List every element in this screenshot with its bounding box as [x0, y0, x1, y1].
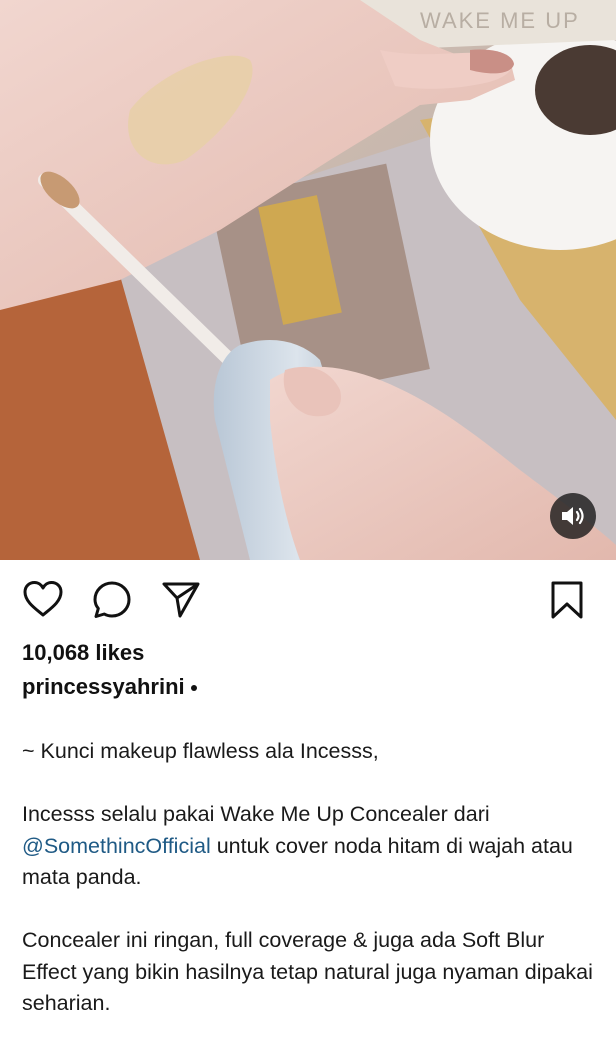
post-media-video[interactable]: WAKE ME UP	[0, 0, 616, 560]
separator-dot	[190, 685, 197, 691]
caption-header: princessyahrini	[22, 674, 197, 700]
sound-toggle-button[interactable]	[550, 493, 596, 539]
paper-plane-icon[interactable]	[161, 580, 201, 625]
username[interactable]: princessyahrini	[22, 674, 185, 700]
caption-paragraph-3: Concealer ini ringan, full coverage & ju…	[22, 928, 593, 1015]
caption-line-1: ~ Kunci makeup flawless ala Incesss,	[22, 739, 379, 763]
heart-icon[interactable]	[22, 580, 64, 623]
caption-paragraph-2: Incesss selalu pakai Wake Me Up Conceale…	[22, 799, 602, 894]
likes-count[interactable]: 10,068 likes	[22, 640, 144, 666]
speaker-on-icon	[562, 507, 584, 525]
post-action-bar	[0, 560, 616, 640]
mention-link[interactable]: @SomethincOfficial	[22, 834, 211, 858]
video-frame: WAKE ME UP	[0, 0, 616, 560]
post-caption: ~ Kunci makeup flawless ala Incesss, Inc…	[22, 736, 602, 1051]
speech-bubble-icon[interactable]	[92, 580, 132, 625]
product-label-text: WAKE ME UP	[420, 8, 580, 33]
caption-text-before-mention: Incesss selalu pakai Wake Me Up Conceale…	[22, 802, 490, 826]
bookmark-icon[interactable]	[549, 580, 585, 625]
